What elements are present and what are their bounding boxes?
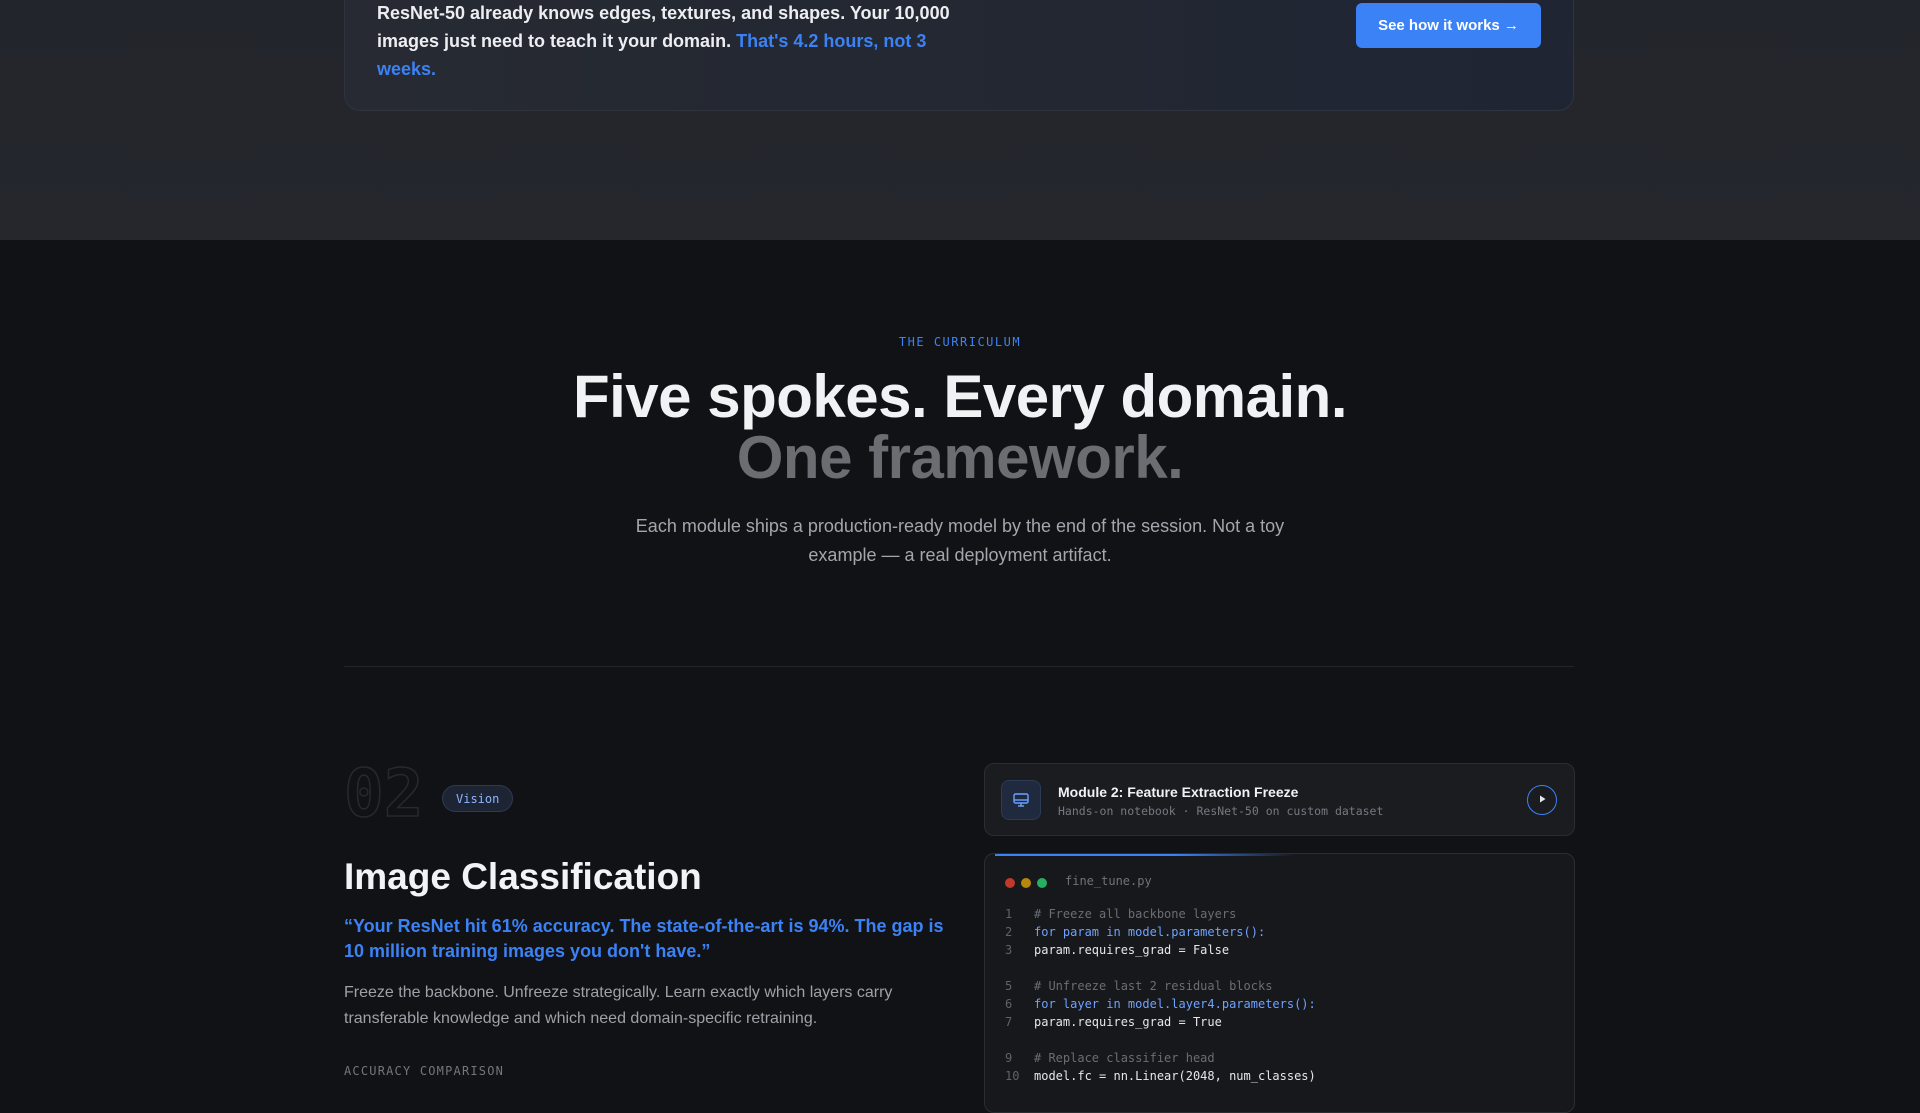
line-number: 2 — [1005, 925, 1013, 939]
line-number: 9 — [1005, 1051, 1013, 1065]
code-line: 9 # Replace classifier head — [1005, 1049, 1316, 1067]
line-number: 5 — [1005, 979, 1013, 993]
section-divider — [344, 666, 1574, 667]
code-line — [1005, 1031, 1316, 1049]
code-body: 1 # Freeze all backbone layers 2 for param … — [1005, 905, 1316, 1085]
code-editor: fine_tune.py 1 # Freeze all backbone laye… — [984, 853, 1575, 1113]
cta-text: ResNet-50 already knows edges, textures,… — [377, 0, 967, 83]
monitor-icon — [1001, 780, 1041, 820]
window-dot-maximize — [1037, 878, 1047, 888]
line-number: 6 — [1005, 997, 1013, 1011]
headline-muted: One framework. — [736, 424, 1184, 491]
line-number: 7 — [1005, 1015, 1013, 1029]
line-number: 3 — [1005, 943, 1013, 957]
headline-main: Five spokes. Every domain. — [572, 363, 1348, 430]
code-line: 5 # Unfreeze last 2 residual blocks — [1005, 977, 1316, 995]
line-number — [1005, 1031, 1034, 1049]
code-text: model.fc = nn.Linear(2048, num_classes) — [1034, 1069, 1316, 1083]
code-line: 6 for layer in model.layer4.parameters(): — [1005, 995, 1316, 1013]
code-line: 10 model.fc = nn.Linear(2048, num_classes… — [1005, 1067, 1316, 1085]
notebook-subtitle: Hands-on notebook · ResNet-50 on custom … — [1058, 804, 1384, 818]
line-number: 1 — [1005, 907, 1013, 921]
code-text: # Freeze all backbone layers — [1034, 907, 1237, 921]
top-band: ResNet-50 already knows edges, textures,… — [0, 0, 1920, 240]
play-icon — [1537, 791, 1547, 809]
code-text: for layer in model.layer4.parameters(): — [1034, 997, 1316, 1011]
code-line — [1005, 959, 1316, 977]
code-text: # Unfreeze last 2 residual blocks — [1034, 979, 1273, 993]
window-dot-close — [1005, 878, 1015, 888]
module-title: Image Classification — [344, 856, 702, 897]
window-dot-minimize — [1021, 878, 1031, 888]
code-text: param.requires_grad = False — [1034, 943, 1230, 957]
notebook-card[interactable]: Module 2: Feature Extraction Freeze Hand… — [984, 763, 1575, 836]
module-description: Freeze the backbone. Unfreeze strategica… — [344, 984, 893, 1027]
window-dots — [1005, 878, 1047, 888]
code-text: for param in model.parameters(): — [1034, 925, 1266, 939]
code-line: 2 for param in model.parameters(): — [1005, 923, 1316, 941]
play-button[interactable] — [1527, 785, 1557, 815]
code-line: 7 param.requires_grad = True — [1005, 1013, 1316, 1031]
code-text: # Replace classifier head — [1034, 1051, 1215, 1065]
module-tag: Vision — [442, 785, 514, 812]
module-quote: “Your ResNet hit 61% accuracy. The state… — [344, 916, 944, 961]
accuracy-comparison-label: ACCURACY COMPARISON — [344, 1064, 505, 1078]
code-line: 3 param.requires_grad = False — [1005, 941, 1316, 959]
cta-card: ResNet-50 already knows edges, textures,… — [344, 0, 1574, 111]
line-number: 10 — [1005, 1069, 1020, 1083]
code-line: 1 # Freeze all backbone layers — [1005, 905, 1316, 923]
see-how-it-works-button[interactable]: See how it works → — [1356, 3, 1541, 48]
code-text: param.requires_grad = True — [1034, 1015, 1222, 1029]
section-eyebrow: THE CURRICULUM — [898, 335, 1022, 349]
module-number: 02 — [343, 755, 424, 832]
line-number — [1005, 959, 1034, 977]
section-headline: Five spokes. Every domain. One framework… — [560, 366, 1360, 488]
section-subhead: Each module ships a production-ready mod… — [635, 516, 1285, 565]
notebook-title: Module 2: Feature Extraction Freeze — [1058, 784, 1299, 800]
code-filename: fine_tune.py — [1065, 874, 1152, 888]
